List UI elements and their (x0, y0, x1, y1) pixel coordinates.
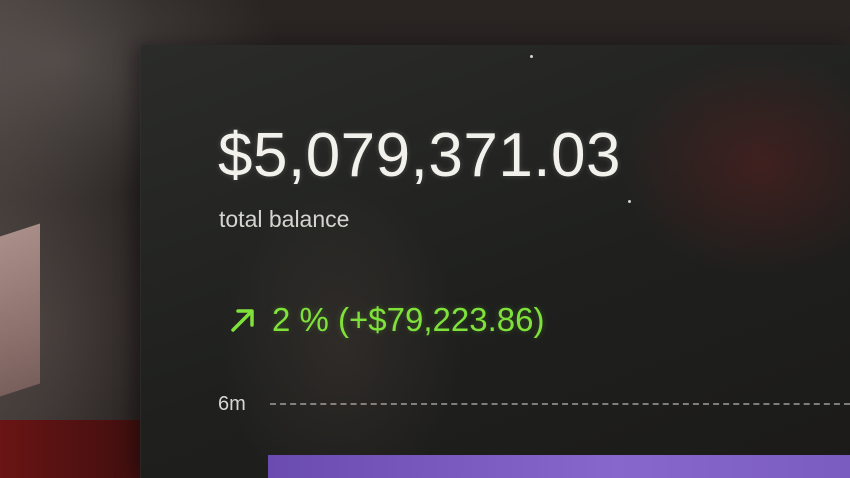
background-reflection-red (0, 420, 160, 478)
chart-area (268, 455, 850, 478)
screen-speck (530, 55, 533, 58)
background-reflection-highlight (0, 223, 40, 397)
chart-baseline (270, 403, 850, 405)
chart-range-label[interactable]: 6m (218, 392, 268, 416)
arrow-up-right-icon (228, 305, 258, 335)
total-balance-amount: $5,079,371.03 (218, 121, 621, 190)
photo-scene: $5,079,371.03 total balance 2 % (+$79,22… (0, 0, 850, 478)
screen-speck (628, 200, 631, 203)
chart-range-row: 6m (218, 392, 850, 416)
total-balance-label: total balance (219, 206, 350, 232)
balance-change: 2 % (+$79,223.86) (228, 300, 544, 340)
balance-change-text: 2 % (+$79,223.86) (272, 301, 545, 338)
